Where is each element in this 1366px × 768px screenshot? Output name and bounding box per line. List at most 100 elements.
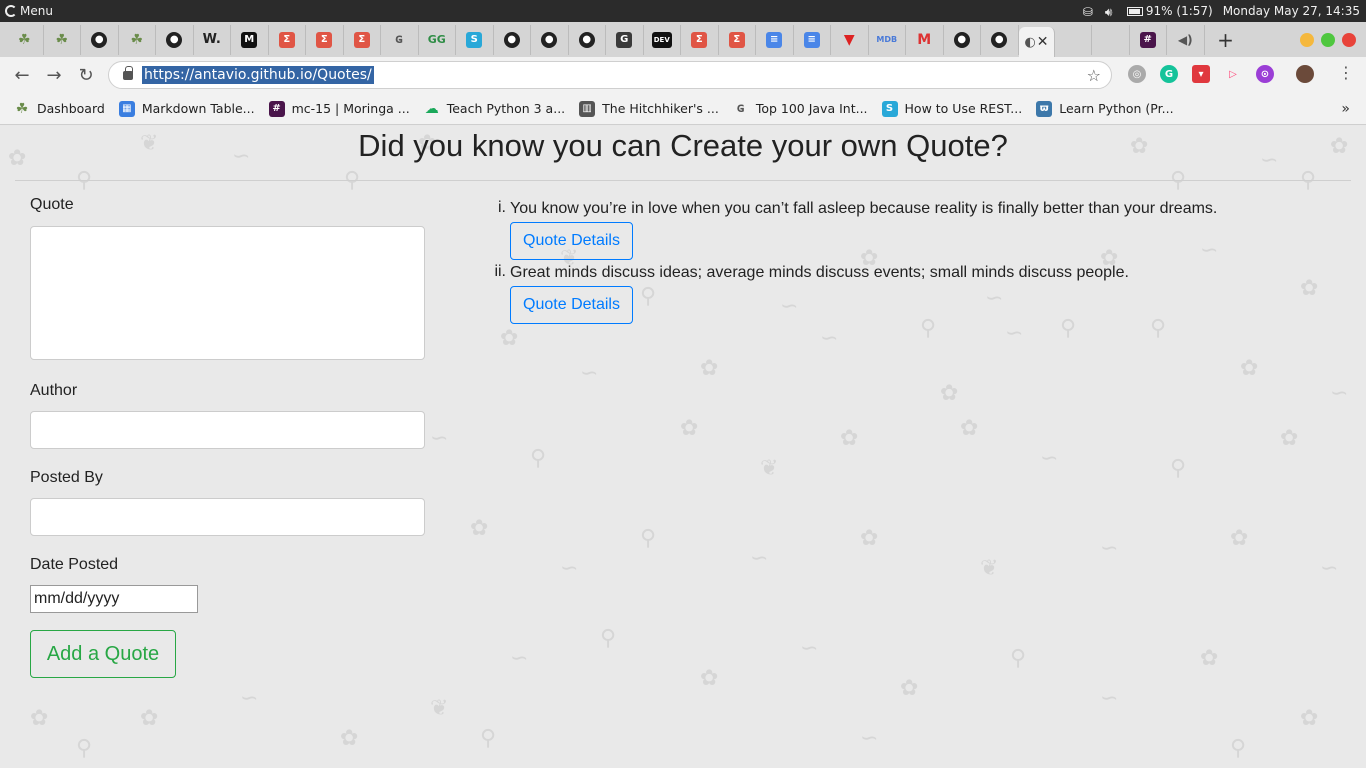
globe-extension-icon[interactable]: ◎: [1128, 65, 1146, 83]
grammarly-icon[interactable]: G: [1160, 65, 1178, 83]
browser-tab[interactable]: Σ: [344, 24, 381, 55]
forward-extension-icon[interactable]: ▷: [1224, 65, 1242, 83]
browser-tab[interactable]: W.: [194, 24, 231, 55]
battery-text: 91% (1:57): [1145, 4, 1213, 18]
codecademy-icon: ☁: [424, 100, 439, 117]
github-icon: ●: [166, 31, 183, 48]
new-tab-button[interactable]: +: [1211, 28, 1241, 52]
bookmark-item[interactable]: ▦ Markdown Table...: [118, 100, 255, 117]
sigma-icon: Σ: [691, 31, 708, 48]
github-icon: ●: [991, 31, 1008, 48]
browser-tab[interactable]: ●: [531, 24, 569, 55]
page-title: Did you know you can Create your own Quo…: [358, 128, 1008, 163]
quote-list: i. You know you’re in love when you can’…: [490, 199, 1217, 327]
posted-by-input[interactable]: [30, 498, 425, 536]
close-window-button[interactable]: [1342, 33, 1356, 47]
clock[interactable]: Monday May 27, 14:35: [1223, 4, 1360, 18]
python-icon: ϖ: [1036, 100, 1053, 117]
table-icon: ▦: [118, 100, 135, 117]
browser-tab[interactable]: ☘: [6, 24, 44, 55]
minimize-button[interactable]: [1300, 33, 1314, 47]
browser-tab[interactable]: ●: [944, 24, 981, 55]
triangle-icon: ▼: [843, 31, 855, 48]
browser-tab[interactable]: ●: [494, 24, 531, 55]
date-posted-input[interactable]: mm/dd/yyyy: [30, 585, 198, 613]
browser-tab-active[interactable]: ◐ ✕: [1018, 27, 1055, 57]
docs-icon: ≡: [803, 31, 820, 48]
url-text[interactable]: https://antavio.github.io/Quotes/: [142, 66, 374, 84]
bookmark-label: mc-15 | Moringa ...: [291, 101, 410, 116]
bookmark-item[interactable]: ☘ Dashboard: [14, 101, 105, 117]
pocket-icon[interactable]: ▾: [1192, 65, 1210, 83]
list-number: ii.: [494, 263, 506, 280]
browser-tab[interactable]: ɢ: [381, 24, 419, 55]
bookmark-item[interactable]: ▥ The Hitchhiker's ...: [579, 100, 719, 117]
browser-tab[interactable]: M: [906, 24, 944, 55]
profile-avatar[interactable]: [1296, 65, 1314, 83]
quote-details-button[interactable]: Quote Details: [510, 286, 633, 324]
browser-tab[interactable]: ●: [156, 24, 194, 55]
volume-icon[interactable]: 🔊︎: [1105, 5, 1117, 19]
divider: [15, 180, 1351, 181]
bookmark-label: How to Use REST...: [904, 101, 1023, 116]
browser-tab[interactable]: Σ: [681, 24, 719, 55]
speaker-icon: ◀): [1177, 32, 1193, 47]
quote-details-button[interactable]: Quote Details: [510, 222, 633, 260]
quote-textarea[interactable]: [30, 226, 425, 360]
browser-tab[interactable]: GG: [419, 24, 456, 55]
browser-tab[interactable]: ●: [81, 24, 119, 55]
purple-extension-icon[interactable]: ⊙: [1256, 65, 1274, 83]
browser-tab[interactable]: [0, 24, 1130, 162]
forward-button[interactable]: →: [38, 65, 70, 86]
browser-tab[interactable]: MDB: [869, 24, 906, 55]
g-icon: G: [616, 31, 633, 48]
browser-tab[interactable]: [0, 24, 1092, 162]
list-item: i. You know you’re in love when you can’…: [490, 199, 1217, 263]
author-input[interactable]: [30, 411, 425, 449]
battery-indicator[interactable]: 91% (1:57): [1126, 4, 1213, 18]
back-button[interactable]: ←: [6, 65, 38, 86]
browser-tab[interactable]: Σ: [719, 24, 756, 55]
browser-tab[interactable]: ◀): [1167, 24, 1205, 55]
browser-tab[interactable]: ●: [569, 24, 606, 55]
bookmarks-overflow-icon[interactable]: »: [1341, 101, 1350, 117]
reload-button[interactable]: ↻: [70, 65, 102, 86]
browser-tab[interactable]: ≡: [794, 24, 831, 55]
sigma-icon: Σ: [728, 31, 745, 48]
bookmark-item[interactable]: ϖ Learn Python (Pr...: [1036, 100, 1174, 117]
bookmark-item[interactable]: ☁ Teach Python 3 a...: [424, 101, 565, 117]
browser-tab[interactable]: ▼: [831, 24, 869, 55]
browser-tab[interactable]: DEV: [644, 24, 681, 55]
browser-tab[interactable]: ●: [981, 24, 1019, 55]
mdb-icon: MDB: [876, 35, 898, 44]
palm-tree-icon: ☘: [15, 100, 29, 117]
browser-tab[interactable]: ☘: [44, 24, 81, 55]
network-icon[interactable]: ⛁: [1083, 5, 1095, 19]
palm-tree-icon: ☘: [17, 31, 31, 48]
bookmark-item[interactable]: ɢ Top 100 Java Int...: [733, 101, 868, 117]
browser-tab[interactable]: Σ: [269, 24, 306, 55]
maximize-button[interactable]: [1321, 33, 1335, 47]
geeksforgeeks-icon: GG: [427, 33, 446, 46]
browser-tab[interactable]: G: [606, 24, 644, 55]
bookmark-star-icon[interactable]: ☆: [1087, 66, 1101, 85]
bookmark-item[interactable]: S How to Use REST...: [881, 100, 1023, 117]
browser-tab[interactable]: ≡: [756, 24, 794, 55]
browser-tab[interactable]: M: [231, 24, 269, 55]
close-tab-icon[interactable]: ✕: [1037, 34, 1049, 50]
browser-tab[interactable]: Σ: [306, 24, 344, 55]
os-menu-button[interactable]: Menu: [0, 0, 53, 22]
slack-icon: #: [1139, 31, 1156, 48]
address-bar[interactable]: https://antavio.github.io/Quotes/ ☆: [108, 61, 1112, 89]
github-icon: ●: [541, 31, 558, 48]
bookmark-item[interactable]: # mc-15 | Moringa ...: [268, 100, 410, 117]
quote-text: Great minds discuss ideas; average minds…: [510, 264, 1129, 281]
browser-menu-icon[interactable]: ⋮: [1338, 63, 1354, 82]
add-quote-button[interactable]: Add a Quote: [30, 630, 176, 678]
bookmark-label: Dashboard: [37, 101, 105, 116]
browser-tab[interactable]: ☘: [119, 24, 156, 55]
browser-tab[interactable]: #: [1130, 24, 1167, 55]
browser-tab-strip: ☘ ☘ ● ☘ ● W. M Σ Σ Σ ɢ GG S ● ● ● G DEV …: [0, 22, 1366, 162]
medium-icon: M: [241, 31, 258, 48]
browser-tab[interactable]: S: [456, 24, 494, 55]
